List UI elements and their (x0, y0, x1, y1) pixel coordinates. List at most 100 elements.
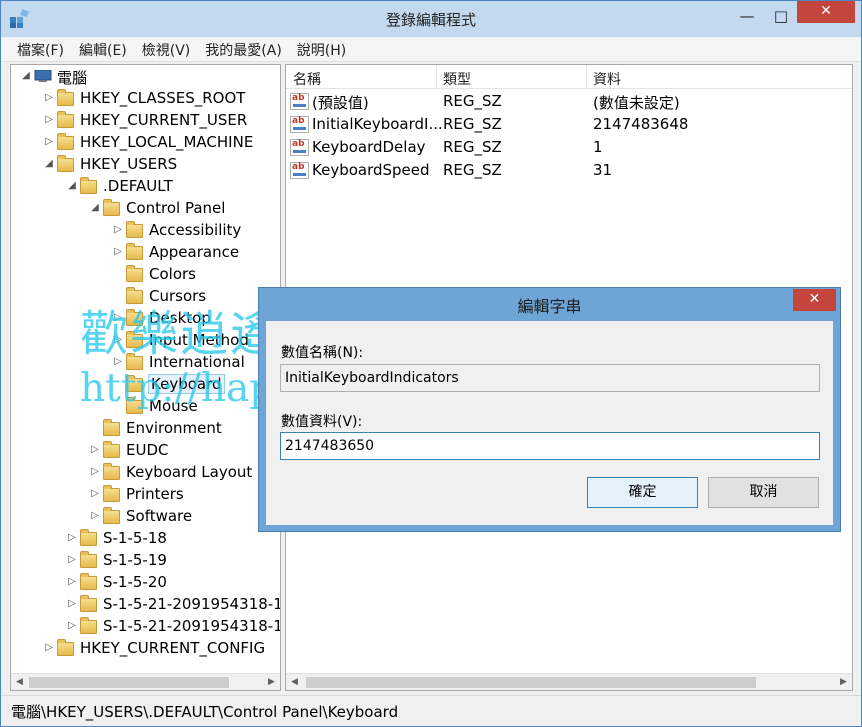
maximize-button[interactable]: □ (765, 1, 797, 31)
cancel-button[interactable]: 取消 (708, 477, 819, 508)
scroll-left-icon[interactable]: ◀ (286, 674, 303, 690)
expand-arrow-icon[interactable]: ▷ (67, 532, 77, 543)
tree-node[interactable]: ▷ Desktop (11, 308, 280, 330)
tree-node[interactable]: ▷ Appearance (11, 242, 280, 264)
tree-node[interactable]: ▷ HKEY_CURRENT_CONFIG (11, 638, 280, 660)
column-type[interactable]: 類型 (443, 69, 471, 89)
tree-node[interactable]: ▷ S-1-5-21-2091954318-1 (11, 616, 280, 638)
tree-node[interactable]: ▷ Keyboard Layout (11, 462, 280, 484)
string-value-icon: ab (290, 93, 309, 110)
folder-icon (57, 111, 74, 128)
value-data-input[interactable] (280, 432, 820, 460)
expand-arrow-icon[interactable]: ▷ (67, 576, 77, 587)
scroll-right-icon[interactable]: ▶ (835, 674, 852, 690)
menu-favorites[interactable]: 我的最愛(A) (205, 40, 282, 60)
folder-icon (126, 221, 143, 238)
tree-node[interactable]: Colors (11, 264, 280, 286)
expand-arrow-icon[interactable]: ▷ (90, 510, 100, 521)
column-name[interactable]: 名稱 (293, 69, 321, 89)
title-bar[interactable]: 登錄編輯程式 — □ ✕ (1, 1, 861, 37)
list-row[interactable]: ab (預設值) REG_SZ (數值未設定) (286, 90, 852, 113)
tree-node-label: Keyboard Layout (126, 463, 253, 481)
list-horizontal-scrollbar[interactable]: ◀ ▶ (286, 673, 852, 690)
folder-icon (103, 441, 120, 458)
list-row[interactable]: ab InitialKeyboardI... REG_SZ 2147483648 (286, 113, 852, 136)
tree-node[interactable]: Environment (11, 418, 280, 440)
tree-node-label: S-1-5-19 (103, 551, 167, 569)
folder-icon (103, 199, 120, 216)
tree-node[interactable]: ▷ Input Method (11, 330, 280, 352)
string-value-icon: ab (290, 139, 309, 156)
expand-arrow-icon[interactable]: ▷ (90, 466, 100, 477)
tree-node[interactable]: ▷ S-1-5-20 (11, 572, 280, 594)
menu-file[interactable]: 檔案(F) (17, 40, 64, 60)
close-button[interactable]: ✕ (797, 1, 855, 23)
expand-arrow-icon[interactable]: ▷ (44, 114, 54, 125)
collapse-arrow-icon[interactable]: ◢ (21, 70, 31, 81)
registry-tree[interactable]: ◀ ▶ ◢ 電腦 ▷ HKEY_CLASSES_ROOT ▷ HKEY_CURRENT_U… (10, 64, 281, 691)
menu-edit[interactable]: 編輯(E) (79, 40, 127, 60)
menu-help[interactable]: 說明(H) (297, 40, 346, 60)
expand-arrow-icon[interactable]: ▷ (67, 554, 77, 565)
folder-icon (80, 617, 97, 634)
tree-node[interactable]: ▷ EUDC (11, 440, 280, 462)
list-row[interactable]: ab KeyboardSpeed REG_SZ 31 (286, 159, 852, 182)
expand-arrow-icon[interactable]: ▷ (113, 312, 123, 323)
column-divider[interactable] (436, 65, 437, 89)
column-data[interactable]: 資料 (593, 69, 621, 89)
tree-node-label: Cursors (149, 287, 207, 305)
column-divider[interactable] (586, 65, 587, 89)
tree-node[interactable]: Cursors (11, 286, 280, 308)
tree-node[interactable]: ▷ S-1-5-21-2091954318-1 (11, 594, 280, 616)
expand-arrow-icon[interactable]: ▷ (44, 642, 54, 653)
list-row[interactable]: ab KeyboardDelay REG_SZ 1 (286, 136, 852, 159)
tree-node-label: HKEY_CURRENT_USER (80, 111, 248, 129)
menu-view[interactable]: 檢視(V) (142, 40, 191, 60)
expand-arrow-icon[interactable]: ▷ (113, 246, 123, 257)
cell-data: 31 (593, 161, 613, 179)
expand-arrow-icon[interactable]: ▷ (67, 598, 77, 609)
tree-node[interactable]: ▷ S-1-5-19 (11, 550, 280, 572)
tree-node[interactable]: ▷ HKEY_LOCAL_MACHINE (11, 132, 280, 154)
expand-arrow-icon[interactable]: ▷ (44, 136, 54, 147)
tree-node[interactable]: ◢ Control Panel (11, 198, 280, 220)
expand-arrow-icon[interactable]: ▷ (44, 92, 54, 103)
tree-node[interactable]: ◢ .DEFAULT (11, 176, 280, 198)
tree-node[interactable]: Mouse (11, 396, 280, 418)
tree-node[interactable]: ◢ HKEY_USERS (11, 154, 280, 176)
expand-arrow-icon[interactable]: ▷ (67, 620, 77, 631)
tree-node[interactable]: ▷ S-1-5-18 (11, 528, 280, 550)
tree-node[interactable]: ◢ 電腦 (11, 66, 280, 88)
folder-icon (126, 331, 143, 348)
tree-node[interactable]: ▷ Accessibility (11, 220, 280, 242)
tree-node-label: Input Method (149, 331, 249, 349)
expand-arrow-icon[interactable]: ▷ (90, 488, 100, 499)
tree-node[interactable]: ▷ HKEY_CLASSES_ROOT (11, 88, 280, 110)
scroll-right-icon[interactable]: ▶ (263, 674, 280, 690)
cell-name: (預設值) (312, 94, 369, 112)
scroll-thumb[interactable] (29, 677, 229, 688)
ok-button[interactable]: 確定 (587, 477, 698, 508)
tree-node[interactable]: ▷ HKEY_CURRENT_USER (11, 110, 280, 132)
expand-arrow-icon[interactable]: ▷ (113, 356, 123, 367)
expand-arrow-icon[interactable]: ▷ (113, 334, 123, 345)
minimize-button[interactable]: — (731, 1, 763, 31)
scroll-left-icon[interactable]: ◀ (11, 674, 28, 690)
scroll-thumb[interactable] (306, 677, 756, 688)
tree-node[interactable]: ▷ International (11, 352, 280, 374)
collapse-arrow-icon[interactable]: ◢ (90, 202, 100, 213)
tree-node-label: International (149, 353, 245, 371)
tree-node-label: S-1-5-20 (103, 573, 167, 591)
expand-arrow-icon[interactable]: ▷ (90, 444, 100, 455)
menu-bar: 檔案(F) 編輯(E) 檢視(V) 我的最愛(A) 說明(H) (1, 38, 861, 62)
collapse-arrow-icon[interactable]: ◢ (44, 158, 54, 169)
tree-horizontal-scrollbar[interactable]: ◀ ▶ (11, 673, 280, 690)
tree-node[interactable]: ▷ Software (11, 506, 280, 528)
collapse-arrow-icon[interactable]: ◢ (67, 180, 77, 191)
tree-node[interactable]: Keyboard (11, 374, 280, 396)
tree-node-label: HKEY_USERS (80, 155, 178, 173)
dialog-close-button[interactable]: ✕ (793, 289, 836, 311)
status-bar: 電腦\HKEY_USERS\.DEFAULT\Control Panel\Key… (1, 695, 861, 726)
expand-arrow-icon[interactable]: ▷ (113, 224, 123, 235)
tree-node[interactable]: ▷ Printers (11, 484, 280, 506)
